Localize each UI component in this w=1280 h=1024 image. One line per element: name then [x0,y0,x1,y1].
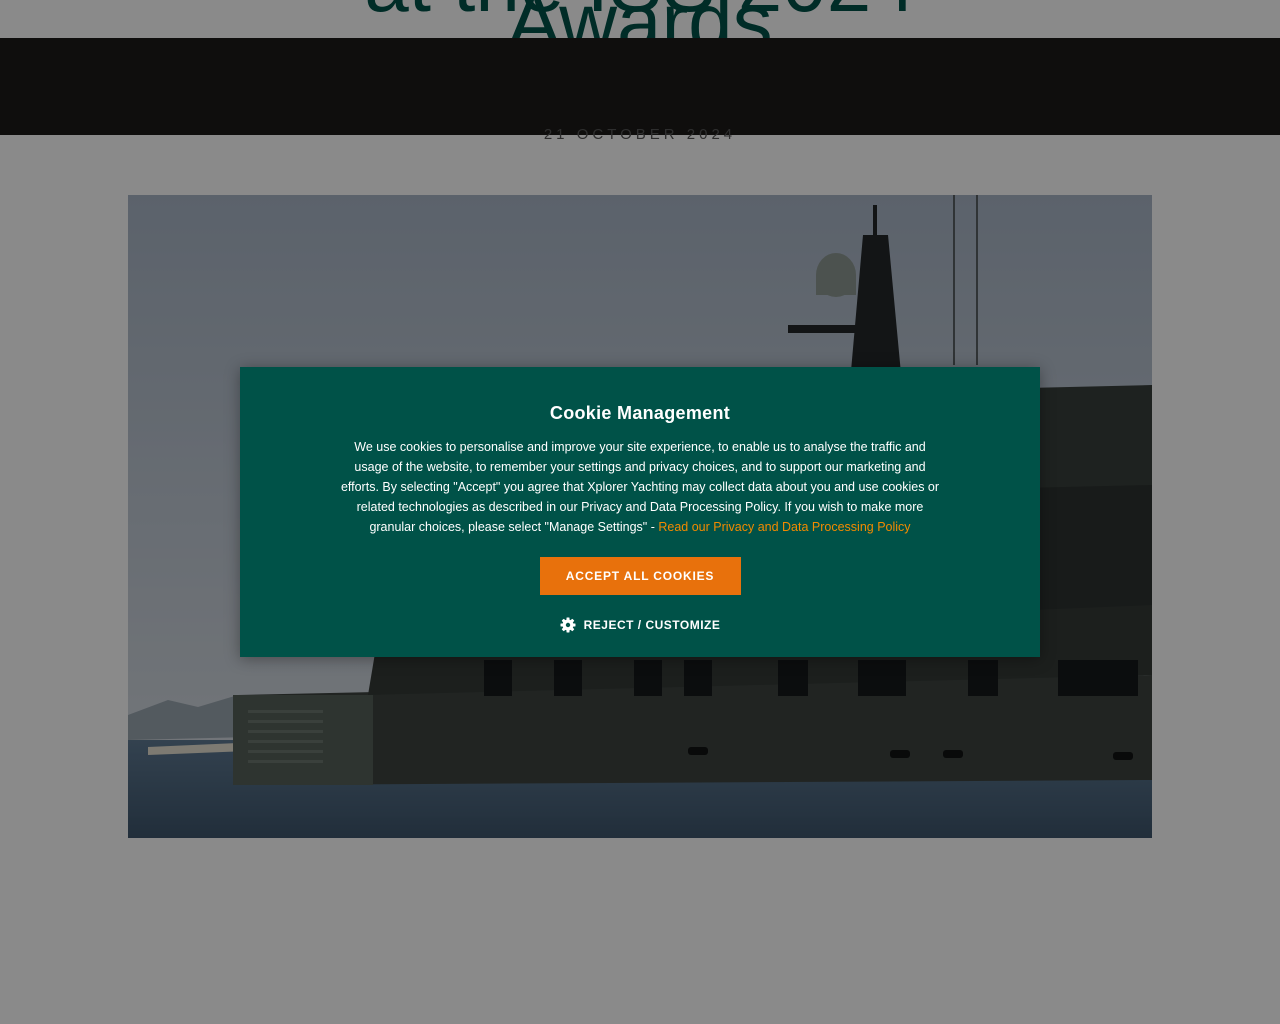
reject-customize-button[interactable]: REJECT / CUSTOMIZE [560,617,721,633]
cookie-dialog-text: We use cookies to personalise and improv… [340,437,940,537]
gear-icon [560,617,576,633]
cookie-dialog: Cookie Management We use cookies to pers… [240,367,1040,657]
privacy-policy-link[interactable]: Read our Privacy and Data Processing Pol… [658,520,910,534]
cookie-dialog-title: Cookie Management [549,403,731,423]
page: at the ISS 2024 Awards 21 OCTOBER 2024 [0,0,1280,1024]
reject-customize-label: REJECT / CUSTOMIZE [583,618,721,632]
accept-all-cookies-button[interactable]: ACCEPT ALL COOKIES [539,557,741,595]
